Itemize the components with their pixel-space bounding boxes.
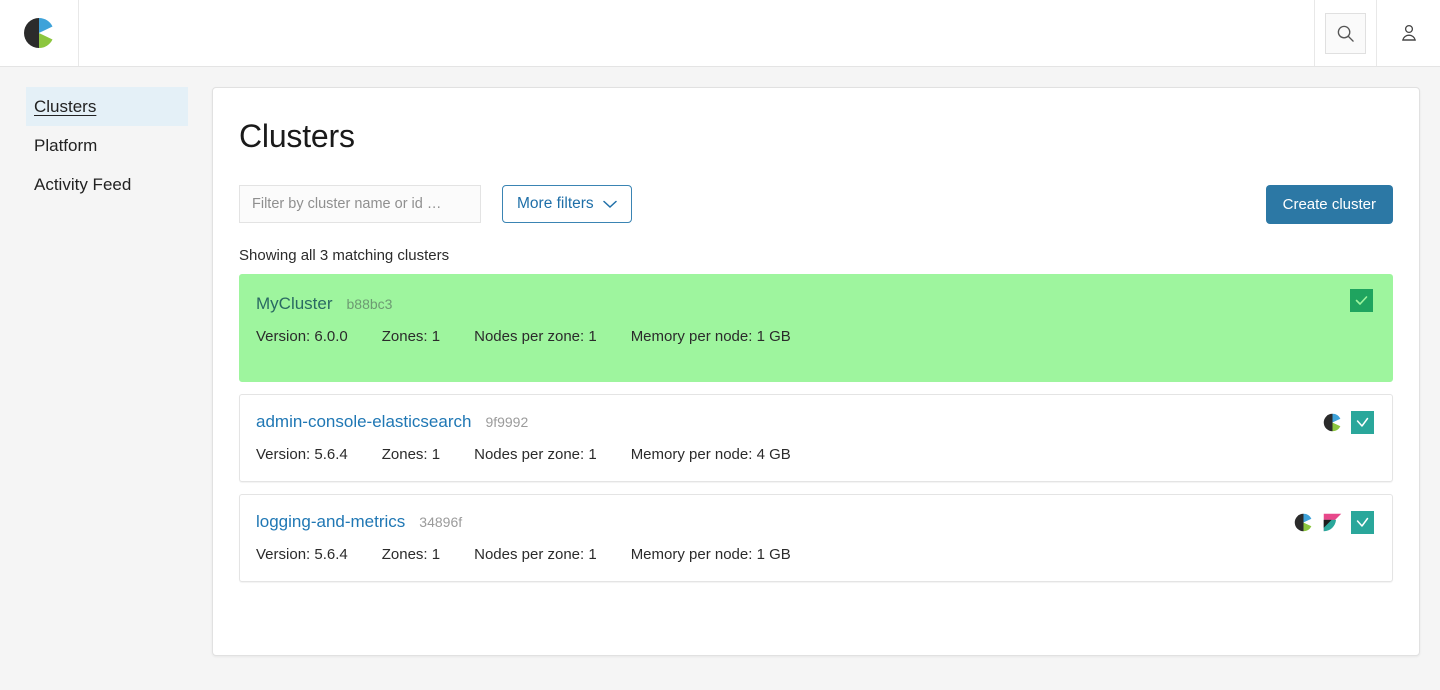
cluster-name-link[interactable]: MyCluster <box>256 294 333 314</box>
cluster-card-header: MyCluster b88bc3 <box>256 294 1372 314</box>
logo-zone[interactable] <box>0 0 79 66</box>
results-count-text: Showing all 3 matching clusters <box>239 247 1393 264</box>
check-icon <box>1356 417 1369 428</box>
search-cell <box>1314 0 1377 66</box>
cluster-nodes-per-zone: Nodes per zone: 1 <box>474 546 597 563</box>
cluster-nodes-per-zone: Nodes per zone: 1 <box>474 328 597 345</box>
cluster-card[interactable]: MyCluster b88bc3 Version: 6.0.0 Zones: 1… <box>239 274 1393 382</box>
cluster-name-link[interactable]: logging-and-metrics <box>256 512 405 532</box>
sidebar-item-activity-feed[interactable]: Activity Feed <box>26 165 188 204</box>
elasticsearch-icon[interactable] <box>1322 412 1343 433</box>
cluster-nodes-per-zone: Nodes per zone: 1 <box>474 446 597 463</box>
cluster-memory-per-node: Memory per node: 1 GB <box>631 546 791 563</box>
cluster-card[interactable]: logging-and-metrics 34896f Version: 5.6.… <box>239 494 1393 582</box>
cluster-card-header: logging-and-metrics 34896f <box>256 512 1372 532</box>
cluster-status-icons <box>1350 289 1373 312</box>
page-body: Clusters Platform Activity Feed Clusters… <box>0 67 1440 690</box>
sidebar-item-clusters[interactable]: Clusters <box>26 87 188 126</box>
create-cluster-button[interactable]: Create cluster <box>1266 185 1393 224</box>
search-icon <box>1336 24 1355 43</box>
cluster-name-link[interactable]: admin-console-elasticsearch <box>256 412 471 432</box>
cluster-memory-per-node: Memory per node: 1 GB <box>631 328 791 345</box>
cluster-zones: Zones: 1 <box>382 546 440 563</box>
cluster-version: Version: 5.6.4 <box>256 446 348 463</box>
more-filters-button[interactable]: More filters <box>502 185 632 223</box>
search-button[interactable] <box>1325 13 1366 54</box>
sidebar-item-label: Platform <box>34 136 97 156</box>
top-header-bar <box>0 0 1440 67</box>
cluster-meta: Version: 5.6.4 Zones: 1 Nodes per zone: … <box>256 546 1372 563</box>
check-badge-green[interactable] <box>1350 289 1373 312</box>
filter-input[interactable] <box>239 185 481 223</box>
elasticsearch-icon[interactable] <box>1293 512 1314 533</box>
sidebar: Clusters Platform Activity Feed <box>0 87 212 690</box>
sidebar-item-label: Clusters <box>34 97 96 117</box>
header-spacer <box>79 0 1314 66</box>
header-actions <box>1314 0 1440 66</box>
check-badge-teal[interactable] <box>1351 411 1374 434</box>
check-icon <box>1355 295 1368 306</box>
cluster-status-icons <box>1293 511 1374 534</box>
cluster-zones: Zones: 1 <box>382 328 440 345</box>
cluster-card-header: admin-console-elasticsearch 9f9992 <box>256 412 1372 432</box>
page-title: Clusters <box>239 88 1393 155</box>
chevron-down-icon <box>603 200 617 209</box>
cluster-id: b88bc3 <box>347 296 393 312</box>
kibana-icon[interactable] <box>1322 512 1343 533</box>
cluster-meta: Version: 6.0.0 Zones: 1 Nodes per zone: … <box>256 328 1372 345</box>
user-account-button[interactable] <box>1377 0 1440 66</box>
sidebar-item-platform[interactable]: Platform <box>26 126 188 165</box>
cluster-status-icons <box>1322 411 1374 434</box>
cluster-id: 34896f <box>419 514 462 530</box>
cluster-card[interactable]: admin-console-elasticsearch 9f9992 Versi… <box>239 394 1393 482</box>
cluster-zones: Zones: 1 <box>382 446 440 463</box>
check-badge-teal[interactable] <box>1351 511 1374 534</box>
cluster-version: Version: 6.0.0 <box>256 328 348 345</box>
cluster-memory-per-node: Memory per node: 4 GB <box>631 446 791 463</box>
cluster-id: 9f9992 <box>485 414 528 430</box>
check-icon <box>1356 517 1369 528</box>
cluster-list: MyCluster b88bc3 Version: 6.0.0 Zones: 1… <box>239 274 1393 582</box>
sidebar-item-label: Activity Feed <box>34 175 131 195</box>
more-filters-label: More filters <box>517 195 594 213</box>
cluster-version: Version: 5.6.4 <box>256 546 348 563</box>
controls-row: More filters Create cluster <box>239 185 1393 223</box>
clusters-panel: Clusters More filters Create cluster Sho… <box>212 87 1420 656</box>
elastic-cloud-logo <box>21 15 57 51</box>
user-account-icon <box>1399 23 1419 43</box>
cluster-meta: Version: 5.6.4 Zones: 1 Nodes per zone: … <box>256 446 1372 463</box>
